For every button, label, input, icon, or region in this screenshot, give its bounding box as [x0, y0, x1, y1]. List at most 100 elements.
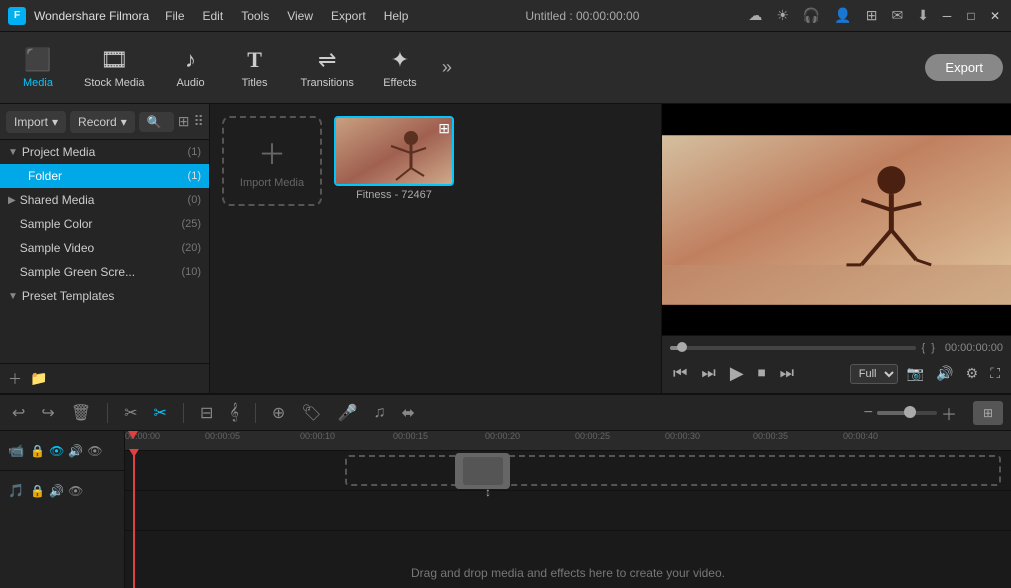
tab-transitions[interactable]: ⇌ Transitions — [289, 41, 366, 95]
insert-button[interactable]: ⬌ — [397, 401, 418, 425]
media-area: ＋ Import Media — [210, 104, 661, 393]
media-item-fitness[interactable]: ⊞ Fitness - 72467 — [334, 116, 454, 381]
tree-section: ▼ Project Media (1) Folder (1) ▶ Shared … — [0, 140, 209, 363]
track2-lock[interactable]: 🔒 — [30, 484, 45, 498]
tree-item-sample-green[interactable]: ▶ Sample Green Scre... (10) — [0, 260, 209, 284]
filter-icon[interactable]: ⊞ — [178, 113, 190, 130]
quality-select[interactable]: Full 1/2 1/4 — [850, 364, 898, 384]
menu-file[interactable]: File — [157, 7, 192, 25]
audio-adj-button[interactable]: 𝄞 — [225, 402, 242, 424]
ruler-40: 00:00:40 — [843, 431, 878, 441]
cloud-icon[interactable]: ☁ — [748, 7, 762, 24]
record-button[interactable]: Record ▾ — [70, 111, 135, 133]
tree-item-folder[interactable]: Folder (1) — [0, 164, 209, 188]
tree-item-sample-video[interactable]: ▶ Sample Video (20) — [0, 236, 209, 260]
zoom-out-button[interactable]: − — [864, 404, 873, 422]
grid-icon[interactable]: ⠿ — [193, 113, 203, 130]
preview-controls: { } 00:00:00:00 ⏮ ⏭ ▶ ⏹ ⏭ Full 1/2 1/4 📷… — [662, 335, 1011, 393]
titlebar-left: F Wondershare Filmora File Edit Tools Vi… — [8, 7, 416, 25]
marker-button[interactable]: 🏷 — [297, 401, 325, 425]
cut-button[interactable]: ✂ — [120, 401, 141, 425]
add-panel-button[interactable]: ＋ — [8, 369, 22, 389]
crop-button[interactable]: ✂ — [150, 401, 171, 425]
delete-button[interactable]: 🗑 — [67, 401, 95, 425]
preview-progress-bar[interactable] — [670, 346, 916, 350]
marker-start: { — [922, 342, 926, 354]
maximize-button[interactable]: □ — [963, 8, 979, 24]
track2-eye[interactable]: 👁 — [68, 484, 83, 498]
panel-bottom: ＋ 📁 — [0, 363, 209, 393]
tab-titles[interactable]: T Titles — [225, 41, 285, 95]
menu-help[interactable]: Help — [376, 7, 417, 25]
zoom-slider[interactable] — [877, 411, 937, 415]
media-thumb-img-fitness: ⊞ — [334, 116, 454, 186]
snap-button[interactable]: ⊕ — [268, 401, 289, 425]
volume-button[interactable]: 🔊 — [933, 362, 956, 385]
audio-btn2[interactable]: ♫ — [369, 402, 389, 424]
menu-view[interactable]: View — [279, 7, 321, 25]
stop-button[interactable]: ⏹ — [755, 362, 769, 386]
tree-item-preset-templates[interactable]: ▼ Preset Templates — [0, 284, 209, 308]
window-controls: ─ □ ✕ — [939, 8, 1003, 24]
adjust-button[interactable]: ⊟ — [196, 401, 217, 425]
titlebar: F Wondershare Filmora File Edit Tools Vi… — [0, 0, 1011, 32]
tab-effects[interactable]: ✦ Effects — [370, 41, 430, 95]
ruler-10: 00:00:10 — [300, 431, 335, 441]
tab-media[interactable]: ⬛ Media — [8, 41, 68, 95]
timeline-content: 📹 🔒 👁 🔊 👁 🎵 🔒 🔊 👁 — [0, 431, 1011, 588]
skip-back-button[interactable]: ⏮ — [670, 362, 690, 386]
track1-visibility[interactable]: 👁 — [87, 444, 102, 458]
more-tabs-button[interactable]: » — [434, 53, 460, 82]
record-label: Record — [78, 115, 117, 129]
import-drop-zone[interactable]: ＋ Import Media — [222, 116, 322, 206]
screenshot-button[interactable]: 📷 — [904, 362, 927, 385]
step-fwd-button[interactable]: ⏭ — [777, 362, 797, 386]
tree-item-sample-color[interactable]: ▶ Sample Color (25) — [0, 212, 209, 236]
export-button[interactable]: Export — [925, 54, 1003, 81]
folder-panel-button[interactable]: 📁 — [30, 370, 47, 387]
drag-drop-zone — [345, 455, 1001, 486]
tab-stock-media[interactable]: 🎞 Stock Media — [72, 41, 157, 95]
zoom-in-button[interactable]: ＋ — [941, 401, 957, 425]
step-back-button[interactable]: ⏭ — [698, 362, 718, 386]
timeline-track-1[interactable]: ↕ — [125, 451, 1011, 491]
titlebar-icons: ☁ ☀ 🎧 👤 ⊞ ✉ ⬇ — [748, 7, 929, 24]
label-sample-video: Sample Video — [20, 241, 182, 255]
voice-button[interactable]: 🎤 — [334, 401, 362, 425]
menu-edit[interactable]: Edit — [195, 7, 232, 25]
tl-panel-toggle[interactable]: ⊞ — [973, 401, 1003, 425]
play-button[interactable]: ▶ — [727, 360, 747, 387]
avatar-icon[interactable]: 👤 — [834, 7, 851, 24]
track2-mute[interactable]: 🔊 — [49, 484, 64, 498]
tree-item-project-media[interactable]: ▼ Project Media (1) — [0, 140, 209, 164]
menu-export[interactable]: Export — [323, 7, 374, 25]
count-sample-color: (25) — [181, 218, 201, 230]
redo-button[interactable]: ↪ — [37, 401, 58, 425]
track1-mute[interactable]: 🔊 — [68, 444, 83, 458]
mail-icon[interactable]: ✉ — [892, 7, 904, 24]
settings-button[interactable]: ⚙ — [963, 362, 982, 385]
tree-item-shared-media[interactable]: ▶ Shared Media (0) — [0, 188, 209, 212]
download-icon[interactable]: ⬇ — [917, 7, 929, 24]
transport-extra: Full 1/2 1/4 📷 🔊 ⚙ ⛶ — [850, 362, 1003, 385]
search-box: 🔍 — [139, 112, 174, 132]
ruler-15: 00:00:15 — [393, 431, 428, 441]
menu-tools[interactable]: Tools — [233, 7, 277, 25]
undo-button[interactable]: ↩ — [8, 401, 29, 425]
import-button[interactable]: Import ▾ — [6, 111, 66, 133]
layout-icon[interactable]: ⊞ — [866, 7, 878, 24]
preview-video — [662, 104, 1011, 335]
minimize-button[interactable]: ─ — [939, 8, 955, 24]
close-button[interactable]: ✕ — [987, 8, 1003, 24]
tab-audio[interactable]: ♪ Audio — [161, 41, 221, 95]
drop-text-row: Drag and drop media and effects here to … — [125, 566, 1011, 580]
transport-row: ⏮ ⏭ ▶ ⏹ ⏭ Full 1/2 1/4 📷 🔊 ⚙ ⛶ — [670, 360, 1003, 387]
import-label: Import — [14, 115, 48, 129]
fullscreen-button[interactable]: ⛶ — [987, 362, 1003, 385]
headphone-icon[interactable]: 🎧 — [803, 7, 820, 24]
sun-icon[interactable]: ☀ — [776, 7, 789, 24]
timeline-track-2[interactable] — [125, 491, 1011, 531]
audio-icon: ♪ — [185, 47, 196, 73]
track1-eye[interactable]: 👁 — [49, 444, 64, 458]
track1-lock[interactable]: 🔒 — [30, 444, 45, 458]
